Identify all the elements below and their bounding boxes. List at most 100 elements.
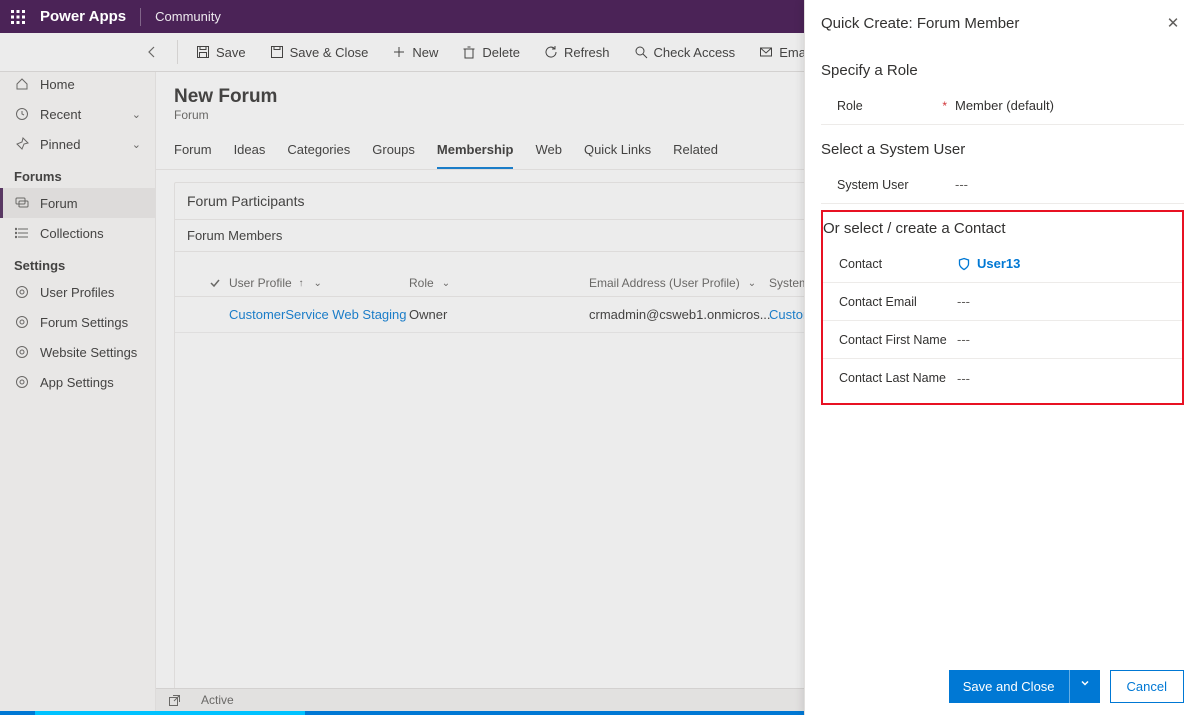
col-check[interactable]: [187, 277, 229, 289]
nav-forum[interactable]: Forum: [0, 188, 155, 218]
field-contact[interactable]: Contact User13: [823, 245, 1182, 283]
flyout-title: Quick Create: Forum Member: [821, 15, 1162, 32]
col-user[interactable]: User Profile ↑⌄: [229, 276, 409, 290]
gear-icon: [14, 344, 30, 360]
section-contact-title: Or select / create a Contact: [823, 216, 1182, 245]
gear-icon: [14, 284, 30, 300]
nav-collections[interactable]: Collections: [0, 218, 155, 248]
nav-app-settings-label: App Settings: [40, 375, 114, 390]
new-button[interactable]: New: [382, 39, 448, 66]
flyout-header: Quick Create: Forum Member ✕: [805, 0, 1200, 46]
tab-groups[interactable]: Groups: [372, 136, 415, 169]
nav-user-profiles-label: User Profiles: [40, 285, 114, 300]
sysuser-label: System User: [837, 178, 909, 192]
cfirst-value[interactable]: ---: [957, 332, 1182, 347]
tab-ideas[interactable]: Ideas: [234, 136, 266, 169]
contact-value[interactable]: User13: [957, 256, 1182, 271]
list-icon: [14, 225, 30, 241]
tab-categories[interactable]: Categories: [287, 136, 350, 169]
check-access-label: Check Access: [654, 45, 736, 60]
check-access-button[interactable]: Check Access: [624, 39, 746, 66]
cemail-value[interactable]: ---: [957, 294, 1182, 309]
section-role-title: Specify a Role: [821, 46, 1184, 87]
save-and-close-split: Save and Close: [949, 670, 1100, 703]
gear-icon: [14, 374, 30, 390]
save-button[interactable]: Save: [186, 39, 256, 66]
nav-home[interactable]: Home: [0, 69, 155, 99]
sort-asc-icon: ↑: [296, 278, 304, 289]
save-and-close-button[interactable]: Save and Close: [949, 670, 1069, 703]
delete-button[interactable]: Delete: [452, 39, 530, 66]
close-button[interactable]: ✕: [1162, 12, 1184, 34]
tab-web[interactable]: Web: [535, 136, 562, 169]
tab-forum[interactable]: Forum: [174, 136, 212, 169]
field-contact-first[interactable]: Contact First Name ---: [823, 321, 1182, 359]
cfirst-label: Contact First Name: [839, 333, 947, 347]
plus-icon: [392, 45, 406, 59]
nav-forum-label: Forum: [40, 196, 78, 211]
save-label: Save: [216, 45, 246, 60]
chevron-down-icon: ⌄: [442, 278, 450, 289]
brand-separator: [140, 8, 141, 26]
field-contact-email[interactable]: Contact Email ---: [823, 283, 1182, 321]
refresh-label: Refresh: [564, 45, 610, 60]
save-dropdown-button[interactable]: [1069, 670, 1100, 703]
app-area[interactable]: Community: [155, 9, 221, 24]
nav-section-settings: Settings: [0, 248, 155, 277]
nav-user-profiles[interactable]: User Profiles: [0, 277, 155, 307]
col-role[interactable]: Role⌄: [409, 276, 589, 290]
back-button[interactable]: [135, 39, 169, 65]
tab-membership[interactable]: Membership: [437, 136, 514, 169]
save-close-button[interactable]: Save & Close: [260, 39, 379, 66]
left-nav: Home Recent ⌄ Pinned ⌄ Forums Forum Coll…: [0, 33, 156, 711]
field-contact-last[interactable]: Contact Last Name ---: [823, 359, 1182, 397]
gear-icon: [14, 314, 30, 330]
home-icon: [14, 76, 30, 92]
chevron-down-icon: ⌄: [313, 278, 321, 289]
cancel-button[interactable]: Cancel: [1110, 670, 1184, 703]
sysuser-value[interactable]: ---: [955, 177, 1184, 192]
trash-icon: [462, 45, 476, 59]
save-close-icon: [270, 45, 284, 59]
chevron-down-icon: ⌄: [132, 108, 141, 121]
role-value[interactable]: Member (default): [955, 98, 1184, 113]
nav-forum-settings[interactable]: Forum Settings: [0, 307, 155, 337]
forum-icon: [14, 195, 30, 211]
row-user-link[interactable]: CustomerService Web Staging: [229, 307, 409, 322]
nav-section-forums: Forums: [0, 159, 155, 188]
nav-recent[interactable]: Recent ⌄: [0, 99, 155, 129]
col-email[interactable]: Email Address (User Profile)⌄: [589, 276, 769, 290]
clast-value[interactable]: ---: [957, 371, 1182, 386]
clock-icon: [14, 106, 30, 122]
nav-pinned[interactable]: Pinned ⌄: [0, 129, 155, 159]
tab-related[interactable]: Related: [673, 136, 718, 169]
role-label: Role: [837, 99, 863, 113]
required-marker: *: [942, 99, 947, 113]
contact-highlight-box: Or select / create a Contact Contact Use…: [821, 210, 1184, 405]
nav-pinned-label: Pinned: [40, 137, 80, 152]
app-name[interactable]: Power Apps: [40, 8, 126, 25]
clast-label: Contact Last Name: [839, 371, 946, 385]
nav-home-label: Home: [40, 77, 75, 92]
field-system-user[interactable]: System User ---: [821, 166, 1184, 204]
waffle-icon[interactable]: [10, 9, 26, 25]
delete-label: Delete: [482, 45, 520, 60]
nav-app-settings[interactable]: App Settings: [0, 367, 155, 397]
tab-quick-links[interactable]: Quick Links: [584, 136, 651, 169]
nav-website-settings[interactable]: Website Settings: [0, 337, 155, 367]
field-role[interactable]: Role * Member (default): [821, 87, 1184, 125]
contact-label: Contact: [839, 257, 882, 271]
open-in-new-icon[interactable]: [168, 694, 181, 707]
save-icon: [196, 45, 210, 59]
nav-recent-label: Recent: [40, 107, 81, 122]
contact-icon: [957, 257, 971, 271]
save-close-label: Save & Close: [290, 45, 369, 60]
status-view: Active: [201, 693, 234, 707]
flyout-footer: Save and Close Cancel: [805, 658, 1200, 715]
contact-text: User13: [977, 256, 1020, 271]
check-access-icon: [634, 45, 648, 59]
refresh-button[interactable]: Refresh: [534, 39, 620, 66]
cemail-label: Contact Email: [839, 295, 917, 309]
quick-create-flyout: Quick Create: Forum Member ✕ Specify a R…: [804, 0, 1200, 715]
nav-collections-label: Collections: [40, 226, 104, 241]
